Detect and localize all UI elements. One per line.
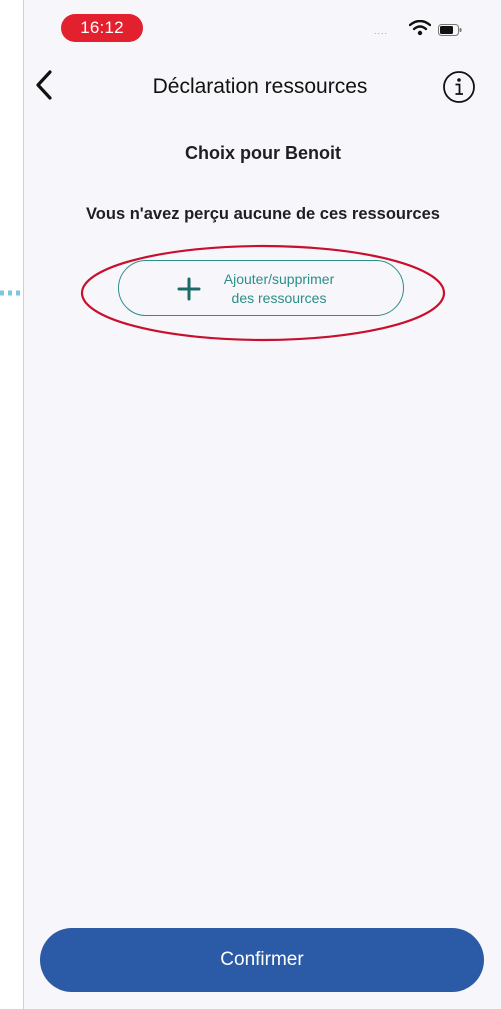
empty-state-message: Vous n'avez perçu aucune de ces ressourc…	[86, 205, 440, 223]
phone-screen: 16:12 .... Déclaration ressources Choix …	[23, 0, 501, 1009]
signal-indicator: ....	[374, 26, 389, 36]
person-choice-title: Choix pour Benoit	[185, 143, 341, 163]
add-button-label-line2: des ressources	[231, 290, 327, 306]
back-button chevron-left-icon[interactable]	[30, 68, 60, 102]
add-button-label: Ajouter/supprimer des ressources	[209, 270, 349, 308]
wifi-icon	[409, 20, 431, 36]
add-remove-resources-button[interactable]: Ajouter/supprimer des ressources	[118, 260, 404, 316]
page-title: Déclaration ressources	[152, 75, 368, 98]
add-button-label-line1: Ajouter/supprimer	[223, 271, 335, 287]
info-circle-icon[interactable]	[442, 70, 476, 104]
confirm-button[interactable]: Confirmer	[40, 928, 484, 992]
plus-icon	[177, 277, 201, 301]
battery-icon	[438, 24, 462, 36]
status-time: 16:12	[61, 14, 143, 42]
